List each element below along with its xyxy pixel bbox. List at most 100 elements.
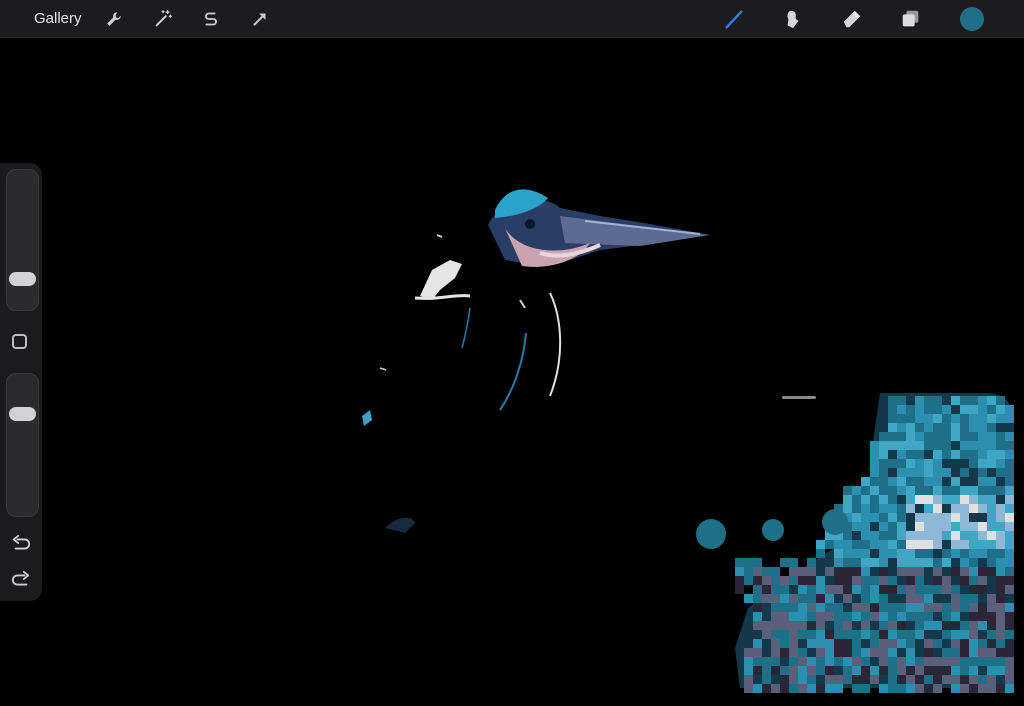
mosaic-cell bbox=[960, 468, 969, 477]
mosaic-cell bbox=[996, 558, 1005, 567]
mosaic-cell bbox=[879, 666, 888, 675]
mosaic-cell bbox=[969, 684, 978, 693]
opacity-thumb[interactable] bbox=[9, 407, 36, 421]
mosaic-cell bbox=[888, 396, 897, 405]
mosaic-cell bbox=[870, 495, 879, 504]
mosaic-cell bbox=[888, 621, 897, 630]
mosaic-cell bbox=[897, 540, 906, 549]
drawing-canvas[interactable] bbox=[0, 38, 1024, 706]
mosaic-cell bbox=[915, 405, 924, 414]
mosaic-cell bbox=[780, 639, 789, 648]
mosaic-cell bbox=[924, 558, 933, 567]
mosaic-cell bbox=[933, 405, 942, 414]
mosaic-cell bbox=[897, 441, 906, 450]
mosaic-cell bbox=[933, 477, 942, 486]
mosaic-cell bbox=[753, 639, 762, 648]
mosaic-cell bbox=[798, 657, 807, 666]
mosaic-cell bbox=[942, 585, 951, 594]
mosaic-cell bbox=[969, 621, 978, 630]
mosaic-cell bbox=[888, 540, 897, 549]
mosaic-cell bbox=[915, 684, 924, 693]
mosaic-cell bbox=[807, 558, 816, 567]
mosaic-cell bbox=[807, 603, 816, 612]
mosaic-cell bbox=[924, 648, 933, 657]
mosaic-cell bbox=[879, 450, 888, 459]
mosaic-cell bbox=[960, 495, 969, 504]
mosaic-cell bbox=[888, 522, 897, 531]
mosaic-cell bbox=[861, 666, 870, 675]
mosaic-cell bbox=[978, 684, 987, 693]
layers-icon[interactable] bbox=[900, 8, 922, 30]
selection-s-icon[interactable] bbox=[200, 8, 222, 30]
mosaic-cell bbox=[942, 513, 951, 522]
mosaic-cell bbox=[906, 432, 915, 441]
mosaic-cell bbox=[744, 648, 753, 657]
mosaic-cell bbox=[978, 414, 987, 423]
mosaic-cell bbox=[852, 558, 861, 567]
mosaic-cell bbox=[861, 603, 870, 612]
mosaic-cell bbox=[843, 657, 852, 666]
mosaic-cell bbox=[870, 459, 879, 468]
mosaic-cell bbox=[978, 432, 987, 441]
mosaic-cell bbox=[888, 549, 897, 558]
color-picker-button[interactable] bbox=[960, 7, 984, 31]
mosaic-cell bbox=[1005, 567, 1014, 576]
mosaic-cell bbox=[942, 558, 951, 567]
redo-icon[interactable] bbox=[10, 570, 32, 590]
mosaic-cell bbox=[879, 486, 888, 495]
transform-arrow-icon[interactable] bbox=[249, 8, 271, 30]
canvas-handle[interactable] bbox=[782, 396, 816, 399]
mosaic-cell bbox=[942, 576, 951, 585]
mosaic-cell bbox=[969, 540, 978, 549]
mosaic-cell bbox=[969, 423, 978, 432]
mosaic-cell bbox=[978, 603, 987, 612]
mosaic-cell bbox=[969, 504, 978, 513]
mosaic-cell bbox=[879, 531, 888, 540]
mosaic-cell bbox=[843, 531, 852, 540]
mosaic-cell bbox=[897, 504, 906, 513]
eraser-icon[interactable] bbox=[841, 8, 863, 30]
mosaic-cell bbox=[834, 639, 843, 648]
mosaic-cell bbox=[996, 603, 1005, 612]
mosaic-cell bbox=[888, 612, 897, 621]
wrench-icon[interactable] bbox=[103, 8, 125, 30]
mosaic-cell bbox=[861, 495, 870, 504]
mosaic-cell bbox=[960, 567, 969, 576]
mosaic-cell bbox=[816, 657, 825, 666]
smudge-icon[interactable] bbox=[782, 8, 804, 30]
mosaic-cell bbox=[888, 513, 897, 522]
mosaic-cell bbox=[915, 558, 924, 567]
mosaic-cell bbox=[897, 621, 906, 630]
mosaic-cell bbox=[906, 468, 915, 477]
opacity-slider[interactable] bbox=[6, 373, 39, 517]
mosaic-cell bbox=[834, 540, 843, 549]
gallery-button[interactable]: Gallery bbox=[34, 10, 82, 27]
undo-icon[interactable] bbox=[10, 534, 32, 554]
mosaic-cell bbox=[987, 522, 996, 531]
mosaic-cell bbox=[924, 468, 933, 477]
brush-size-slider[interactable] bbox=[6, 169, 39, 311]
mosaic-cell bbox=[789, 576, 798, 585]
mosaic-cell bbox=[915, 666, 924, 675]
mosaic-cell bbox=[915, 450, 924, 459]
mosaic-cell bbox=[906, 405, 915, 414]
mosaic-cell bbox=[924, 423, 933, 432]
mosaic-cell bbox=[960, 630, 969, 639]
mosaic-cell bbox=[942, 630, 951, 639]
brush-icon[interactable] bbox=[723, 8, 745, 30]
mosaic-cell bbox=[861, 504, 870, 513]
brush-size-thumb[interactable] bbox=[9, 272, 36, 287]
mosaic-cell bbox=[969, 459, 978, 468]
mosaic-cell bbox=[897, 675, 906, 684]
mosaic-cell bbox=[933, 621, 942, 630]
mosaic-cell bbox=[789, 594, 798, 603]
magic-wand-icon[interactable] bbox=[152, 8, 174, 30]
mosaic-cell bbox=[915, 495, 924, 504]
mosaic-cell bbox=[861, 576, 870, 585]
mosaic-cell bbox=[897, 432, 906, 441]
mosaic-cell bbox=[762, 594, 771, 603]
mosaic-cell bbox=[816, 630, 825, 639]
modify-button[interactable] bbox=[12, 334, 27, 349]
mosaic-cell bbox=[888, 648, 897, 657]
mosaic-cell bbox=[987, 684, 996, 693]
